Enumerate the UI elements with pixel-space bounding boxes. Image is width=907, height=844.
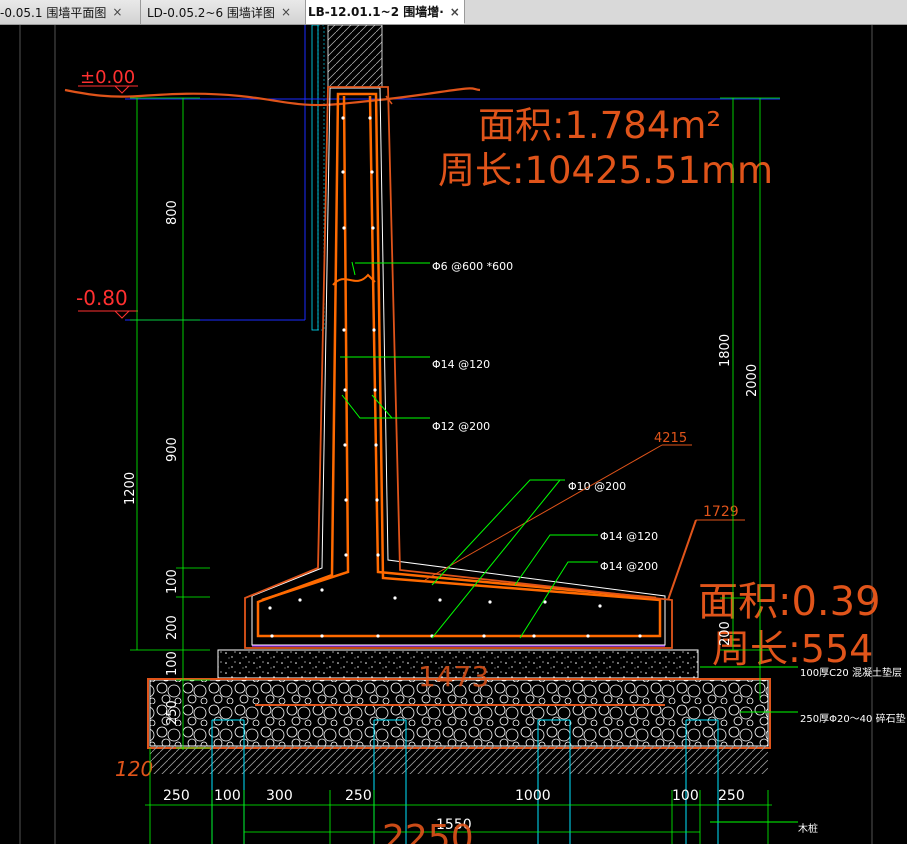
measure-1473: 1473 — [418, 660, 489, 693]
tie-rebar — [332, 273, 376, 286]
rebar-label: Φ12 @200 — [432, 420, 490, 433]
document-tab-bar: -0.05.1 围墙平面图 × LD-0.05.2~6 围墙详图 × LB-12… — [0, 0, 907, 25]
dim-200: 200 — [718, 621, 733, 646]
layer-label: 100厚C20 混凝土垫层 — [800, 666, 902, 679]
perimeter-readout-1: 周长:10425.51mm — [438, 149, 773, 192]
dim-1800: 1800 — [718, 334, 733, 367]
dim-250: 250 — [163, 788, 190, 804]
dim-2250: 2250 — [382, 818, 474, 844]
dim-250: 250 — [165, 700, 180, 725]
dim-250: 250 — [718, 788, 745, 804]
dim-100: 100 — [165, 569, 180, 594]
rebar-label: Φ10 @200 — [568, 480, 626, 493]
dim-2000: 2000 — [745, 364, 760, 397]
dim-200: 200 — [165, 615, 180, 640]
dim-250: 250 — [345, 788, 372, 804]
tab-fence-plan[interactable]: -0.05.1 围墙平面图 × — [0, 0, 141, 24]
brick-wall — [327, 25, 383, 88]
layer-label: 250厚Φ20～40 碎石垫 — [800, 712, 906, 725]
rebar-dots — [268, 116, 642, 638]
handwriting-note: 120 — [115, 757, 153, 781]
area-readout-1: 面积:1.784m² — [478, 104, 721, 147]
tab-fence-detail[interactable]: LD-0.05.2~6 围墙详图 × — [141, 0, 306, 24]
rebar-label: Φ14 @200 — [600, 560, 658, 573]
tab-label: LD-0.05.2~6 围墙详图 — [147, 5, 275, 20]
level-marker-top: ±0.00 — [78, 67, 138, 94]
soil-hatch — [150, 746, 768, 774]
close-icon[interactable]: × — [112, 5, 122, 19]
rebar-label: Φ14 @120 — [432, 358, 490, 371]
level-marker-mid: -0.80 — [76, 286, 138, 319]
layer-label: 木桩 — [798, 822, 818, 835]
waterproof-layer — [311, 25, 319, 331]
level-label-top: ±0.00 — [80, 67, 135, 88]
dim-100: 100 — [672, 788, 699, 804]
close-icon[interactable]: × — [450, 5, 460, 19]
dim-100: 100 — [214, 788, 241, 804]
dim-1000: 1000 — [515, 788, 551, 804]
leader-1729 — [667, 519, 697, 601]
dim-300: 300 — [266, 788, 293, 804]
level-label-mid: -0.80 — [76, 286, 128, 310]
area-readout-2: 面积:0.39 — [698, 579, 881, 625]
measure-4215: 4215 — [654, 431, 687, 446]
close-icon[interactable]: × — [281, 5, 291, 19]
tab-fence-extra[interactable]: LB-12.01.1~2 围墙增· × — [306, 0, 465, 24]
perimeter-readout-2: 周长:554 — [712, 627, 873, 671]
section-drawing: ±0.00 -0.80 4215 1729 1473 面积:1.784m² 周长… — [19, 25, 906, 844]
dim-1200: 1200 — [123, 472, 138, 505]
dim-100: 100 — [165, 651, 180, 676]
dim-900: 900 — [165, 437, 180, 462]
rebar-label: Φ14 @120 — [600, 530, 658, 543]
sketch-ground-line — [64, 87, 481, 107]
dim-800: 800 — [165, 200, 180, 225]
rebar-label: Φ6 @600 *600 — [432, 260, 513, 273]
cad-drawing-canvas[interactable]: ±0.00 -0.80 4215 1729 1473 面积:1.784m² 周长… — [0, 25, 907, 844]
tab-label: -0.05.1 围墙平面图 — [0, 5, 107, 20]
tab-label: LB-12.01.1~2 围墙增· — [308, 5, 444, 19]
